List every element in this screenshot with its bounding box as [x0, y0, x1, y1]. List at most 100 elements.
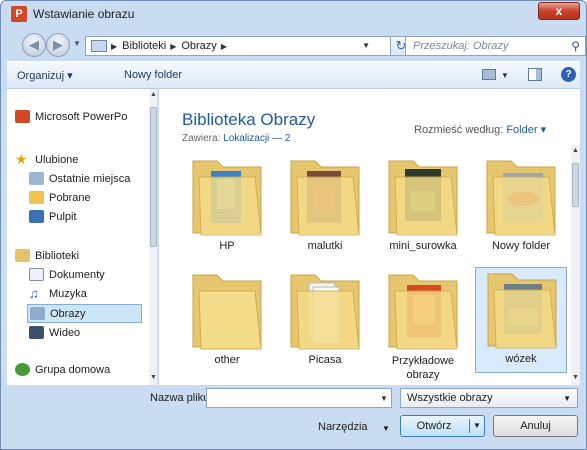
star-icon: ★	[15, 151, 28, 167]
arrange-by-dropdown[interactable]: Folder ▾	[506, 124, 546, 136]
includes-label: Zawiera:	[182, 133, 221, 144]
chevron-right-icon[interactable]: ▶	[221, 42, 227, 51]
address-row: ◀ ▶ ▼ ▶ Biblioteki ▶ Obrazy ▶ ▼ ↻ Przesz…	[1, 27, 586, 61]
nav-item-label: Ostatnie miejsca	[49, 172, 131, 185]
tools-menu-button[interactable]: Narzędzia	[318, 421, 368, 433]
breadcrumb-libraries[interactable]: Biblioteki	[122, 40, 166, 52]
recent-pages-dropdown[interactable]: ▼	[73, 39, 81, 48]
folder-name: Picasa	[308, 354, 342, 366]
file-list-scrollbar[interactable]: ▲ ▼	[571, 145, 580, 385]
scrollbar-thumb[interactable]	[150, 107, 157, 247]
nav-item-label: Microsoft PowerPo	[35, 110, 128, 123]
locations-link[interactable]: Lokalizacji — 2	[223, 133, 290, 144]
video-icon	[29, 326, 44, 339]
file-name-input[interactable]	[206, 388, 392, 408]
nav-item-favorites[interactable]: ★ Ulubione	[15, 151, 79, 167]
nav-item-downloads[interactable]: Pobrane	[29, 191, 91, 204]
documents-icon	[29, 268, 44, 281]
chevron-right-icon[interactable]: ▶	[170, 42, 176, 51]
folder-tile-selected[interactable]: wózek	[475, 267, 567, 373]
folder-tile[interactable]: HP	[181, 155, 273, 261]
forward-button[interactable]: ▶	[46, 33, 70, 57]
folder-icon	[388, 274, 458, 350]
change-view-icon[interactable]	[482, 69, 496, 80]
library-includes: Zawiera: Lokalizacji — 2	[182, 133, 290, 144]
powerpoint-icon	[15, 110, 30, 123]
folder-name: wózek	[505, 353, 537, 365]
nav-item-desktop[interactable]: Pulpit	[29, 210, 77, 223]
nav-item-music[interactable]: ♫ Muzyka	[29, 287, 87, 300]
nav-item-label: Muzyka	[49, 287, 87, 300]
file-list-pane: Biblioteka Obrazy Zawiera: Lokalizacji —…	[159, 89, 580, 385]
open-button[interactable]: Otwórz ▼	[400, 415, 485, 437]
organize-menu-button[interactable]: Organizuj ▾	[17, 69, 73, 82]
window-title: Wstawianie obrazu	[33, 7, 135, 21]
help-icon[interactable]: ?	[561, 67, 576, 82]
folder-tile[interactable]: malutki	[279, 155, 371, 261]
library-title: Biblioteka Obrazy	[182, 110, 316, 129]
navigation-scrollbar[interactable]: ▲ ▼	[149, 89, 157, 385]
desktop-icon	[29, 210, 44, 223]
back-button[interactable]: ◀	[22, 33, 46, 57]
address-bar[interactable]: ▶ Biblioteki ▶ Obrazy ▶ ▼	[85, 36, 391, 56]
nav-item-powerpoint[interactable]: Microsoft PowerPo	[15, 110, 127, 123]
folder-icon	[192, 160, 262, 236]
search-input[interactable]: Przeszukaj: Obrazy ⚲	[405, 36, 586, 56]
recent-places-icon	[29, 172, 44, 185]
folder-icon	[486, 160, 556, 236]
open-button-label: Otwórz	[416, 420, 452, 432]
nav-item-label: Biblioteki	[35, 249, 80, 262]
search-placeholder: Przeszukaj: Obrazy	[413, 40, 509, 52]
folder-tile[interactable]: Picasa	[279, 269, 371, 375]
folder-tile[interactable]: mini_surowka	[377, 155, 469, 261]
title-bar: P Wstawianie obrazu x	[1, 1, 586, 27]
chevron-down-icon: ▼	[563, 394, 571, 403]
nav-item-libraries[interactable]: Biblioteki	[15, 249, 79, 262]
file-type-select[interactable]: Wszystkie obrazy ▼	[400, 388, 578, 408]
file-name-dropdown-icon[interactable]: ▼	[380, 394, 388, 403]
nav-item-label: Ulubione	[35, 153, 79, 166]
folder-icon	[487, 273, 557, 349]
scroll-down-icon[interactable]: ▼	[150, 374, 157, 381]
music-icon: ♫	[29, 286, 39, 301]
split-divider	[469, 419, 470, 433]
scrollbar-thumb[interactable]	[572, 163, 579, 207]
nav-item-homegroup[interactable]: Grupa domowa	[15, 363, 110, 376]
preview-pane-icon[interactable]	[528, 68, 542, 81]
breadcrumb-pictures[interactable]: Obrazy	[181, 40, 216, 52]
scroll-up-icon[interactable]: ▲	[150, 91, 157, 98]
insert-picture-dialog: P Wstawianie obrazu x ◀ ▶ ▼ ▶ Biblioteki…	[0, 0, 587, 450]
cancel-button[interactable]: Anuluj	[493, 415, 578, 437]
folder-name: Przykładowe obrazy	[391, 355, 455, 381]
file-type-value: Wszystkie obrazy	[407, 392, 493, 404]
scroll-down-icon[interactable]: ▼	[572, 374, 579, 381]
nav-item-label: Pobrane	[49, 191, 91, 204]
powerpoint-app-icon: P	[11, 6, 27, 22]
folder-name: malutki	[307, 240, 343, 252]
nav-item-pictures[interactable]: Obrazy	[27, 304, 142, 323]
nav-item-label: Obrazy	[50, 307, 86, 320]
chevron-right-icon[interactable]: ▶	[111, 42, 117, 51]
nav-item-documents[interactable]: Dokumenty	[29, 268, 105, 281]
address-dropdown-icon[interactable]: ▼	[362, 41, 370, 50]
folder-name: HP	[219, 240, 235, 252]
downloads-icon	[29, 191, 44, 204]
folder-tile[interactable]: Przykładowe obrazy	[377, 269, 469, 381]
folder-tile[interactable]: other	[181, 269, 273, 375]
navigation-pane: Microsoft PowerPo ★ Ulubione Ostatnie mi…	[7, 89, 158, 385]
view-options-dropdown-icon[interactable]: ▼	[501, 71, 509, 80]
nav-item-recent-places[interactable]: Ostatnie miejsca	[29, 172, 130, 185]
folder-tile[interactable]: Nowy folder	[475, 155, 567, 261]
nav-item-video[interactable]: Wideo	[29, 326, 80, 339]
homegroup-icon	[15, 363, 30, 376]
close-button[interactable]: x	[538, 2, 580, 20]
search-icon[interactable]: ⚲	[571, 39, 580, 53]
tools-dropdown-icon[interactable]: ▼	[382, 424, 390, 433]
folder-name: mini_surowka	[389, 240, 457, 252]
arrange-by: Rozmieść według: Folder ▾	[414, 123, 546, 136]
scroll-up-icon[interactable]: ▲	[572, 147, 579, 154]
open-options-dropdown-icon[interactable]: ▼	[473, 421, 481, 430]
folder-name: other	[214, 354, 240, 366]
new-folder-button[interactable]: Nowy folder	[124, 69, 182, 81]
folder-icon	[192, 274, 262, 350]
